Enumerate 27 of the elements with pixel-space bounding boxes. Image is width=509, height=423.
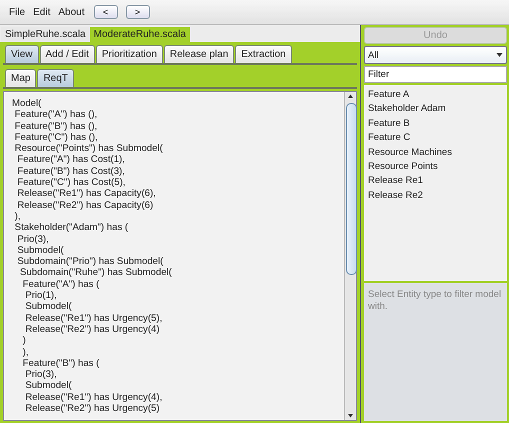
- tab[interactable]: View: [5, 45, 38, 63]
- tab[interactable]: Map: [5, 69, 36, 87]
- tab[interactable]: Release plan: [164, 45, 234, 63]
- nav-button[interactable]: >: [126, 5, 150, 19]
- entity-item[interactable]: Stakeholder Adam: [368, 102, 503, 117]
- entity-item[interactable]: Resource Machines: [368, 146, 503, 160]
- menu-item[interactable]: About: [57, 6, 86, 18]
- tab[interactable]: Extraction: [235, 45, 292, 63]
- tab[interactable]: ReqT: [37, 69, 74, 87]
- hint-text: Select Entity type to filter model with.: [364, 283, 507, 421]
- entity-item[interactable]: Release Re2: [368, 188, 503, 204]
- entity-item[interactable]: Resource Points: [368, 160, 503, 174]
- menu-item[interactable]: Edit: [32, 6, 52, 18]
- scroll-up-icon[interactable]: [345, 92, 356, 101]
- nav-button[interactable]: <: [94, 5, 118, 19]
- entity-item[interactable]: Feature B: [368, 116, 503, 132]
- entity-item[interactable]: Release Re1: [368, 174, 503, 189]
- type-dropdown[interactable]: All: [364, 46, 507, 64]
- scrollbar-thumb[interactable]: [346, 103, 357, 275]
- tab[interactable]: Add / Edit: [40, 45, 95, 63]
- filter-field[interactable]: Filter: [364, 66, 507, 83]
- entity-item[interactable]: Feature A: [368, 88, 503, 102]
- menu-item[interactable]: File: [8, 6, 26, 18]
- file-tab[interactable]: SimpleRuhe.scala: [1, 27, 90, 42]
- file-tab[interactable]: ModerateRuhe.scala: [90, 27, 190, 42]
- tab[interactable]: Prioritization: [96, 45, 163, 63]
- entity-item[interactable]: Feature C: [368, 131, 503, 146]
